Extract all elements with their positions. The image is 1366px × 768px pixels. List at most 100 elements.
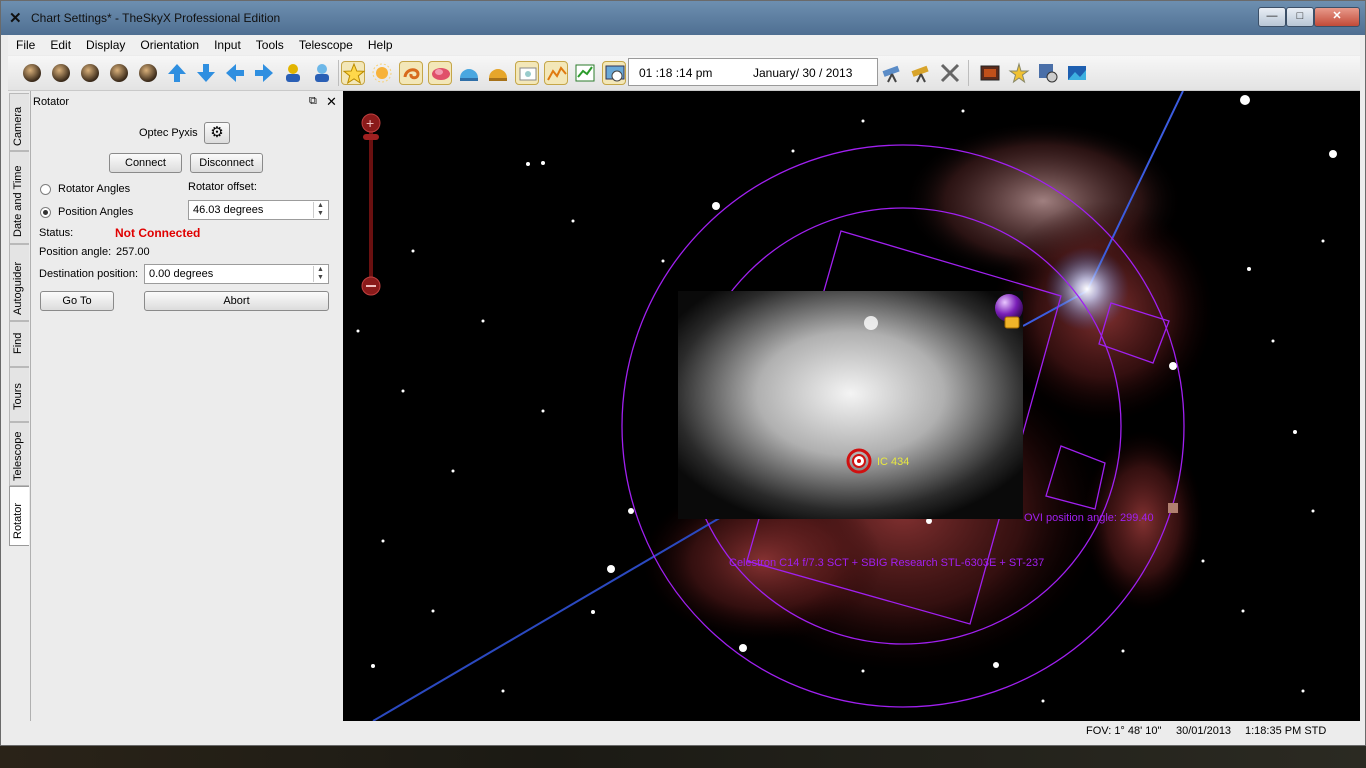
saved-view-3-button[interactable] <box>78 61 102 85</box>
object-label: IC 434 <box>877 456 909 468</box>
date-time-display[interactable]: 01 :18 :14 pm January/ 30 / 2013 <box>628 58 878 86</box>
panel-header: Rotator ⧉ ✕ <box>31 93 342 111</box>
dome-close-button[interactable] <box>486 61 510 85</box>
menu-telescope[interactable]: Telescope <box>291 35 360 52</box>
menu-input[interactable]: Input <box>206 35 248 52</box>
camera-button[interactable] <box>978 61 1002 85</box>
spin-arrows-icon[interactable]: ▲ ▼ <box>313 266 327 282</box>
destination-input[interactable]: 0.00 degrees ▲ ▼ <box>144 264 329 284</box>
abort-button[interactable]: Abort <box>144 291 329 311</box>
menu-edit[interactable]: Edit <box>42 35 78 52</box>
date-field[interactable]: January/ 30 / 2013 <box>753 66 852 80</box>
rotator-angles-label[interactable]: Rotator Angles <box>58 183 130 195</box>
autoguide-button[interactable] <box>1007 61 1031 85</box>
status-bar: FOV: 1° 48' 10" 30/01/2013 1:18:35 PM ST… <box>8 721 1360 743</box>
zoom-in-button[interactable] <box>281 61 305 85</box>
saved-view-1-button[interactable] <box>20 61 44 85</box>
arrow-up-icon <box>168 64 186 82</box>
image-link-icon <box>1039 64 1058 83</box>
chart-options-button[interactable] <box>573 61 597 85</box>
float-panel-icon[interactable]: ⧉ <box>309 95 317 108</box>
status-value: Not Connected <box>115 226 201 240</box>
arrow-right-icon <box>255 64 273 82</box>
telescope-disconnect-button[interactable] <box>938 61 962 85</box>
saved-view-2-button[interactable] <box>49 61 73 85</box>
zoom-thumb[interactable] <box>363 134 379 140</box>
arrow-down-icon <box>197 64 215 82</box>
destination-value: 0.00 degrees <box>149 268 214 280</box>
photo-gallery-button[interactable] <box>1065 61 1089 85</box>
look-east-button[interactable] <box>223 61 247 85</box>
saved-view-4-button[interactable] <box>107 61 131 85</box>
position-angle-label: Position angle: <box>39 246 112 258</box>
app-window: ✕ Chart Settings* - TheSkyX Professional… <box>0 0 1366 746</box>
telescope-icon <box>911 65 929 83</box>
device-settings-button[interactable]: ⚙ <box>204 122 230 144</box>
saved-view-icon <box>139 64 157 82</box>
sky-chart-canvas[interactable]: IC 434 OVI position angle: 299.40 Celest… <box>343 91 1360 721</box>
destination-label: Destination position: <box>39 268 139 280</box>
image-link-button[interactable] <box>1036 61 1060 85</box>
star-guide-icon <box>1008 62 1030 84</box>
toolbar-separator <box>968 60 969 86</box>
photo-toggle-button[interactable] <box>515 61 539 85</box>
tab-rotator[interactable]: Rotator <box>9 486 29 546</box>
minimize-button[interactable]: — <box>1258 7 1286 27</box>
dome-open-button[interactable] <box>457 61 481 85</box>
toolbar-separator <box>338 60 339 86</box>
computer-time-button[interactable] <box>602 61 626 85</box>
position-angles-radio[interactable] <box>40 207 51 218</box>
sky-chart-view[interactable]: IC 434 OVI position angle: 299.40 Celest… <box>343 91 1360 721</box>
menu-file[interactable]: File <box>8 35 42 52</box>
title-bar[interactable]: ✕ Chart Settings* - TheSkyX Professional… <box>1 1 1365 35</box>
zoom-plus-glyph: + <box>366 115 374 131</box>
rotator-offset-input[interactable]: 46.03 degrees ▲ ▼ <box>188 200 329 220</box>
monitor-clock-icon <box>605 65 625 82</box>
tab-date-and-time[interactable]: Date and Time <box>9 151 29 244</box>
tab-tours[interactable]: Tours <box>9 367 29 422</box>
telescope-sync-button[interactable] <box>909 61 933 85</box>
galaxies-toggle-button[interactable] <box>399 61 423 85</box>
close-panel-icon[interactable]: ✕ <box>326 94 337 110</box>
tab-find[interactable]: Find <box>9 321 29 367</box>
zoom-out-button[interactable] <box>310 61 334 85</box>
chart-icon <box>575 64 595 82</box>
window-title: Chart Settings* - TheSkyX Professional E… <box>31 11 281 25</box>
tab-autoguider[interactable]: Autoguider <box>9 244 29 321</box>
position-angles-label[interactable]: Position Angles <box>58 206 133 218</box>
theskyx-logo-icon: ✕ <box>9 10 22 27</box>
tab-date-and-time-label: Date and Time <box>12 165 24 237</box>
stars-toggle-button[interactable] <box>341 61 366 85</box>
position-angle-value: 257.00 <box>116 246 150 258</box>
disconnect-button[interactable]: Disconnect <box>190 153 263 173</box>
look-south-button[interactable] <box>194 61 218 85</box>
menu-help[interactable]: Help <box>360 35 400 52</box>
status-time: 1:18:35 PM STD <box>1245 725 1327 737</box>
spin-arrows-icon[interactable]: ▲ ▼ <box>313 202 327 218</box>
menu-tools[interactable]: Tools <box>248 35 291 52</box>
graph-toggle-button[interactable] <box>544 61 568 85</box>
telescope-slew-button[interactable] <box>880 61 904 85</box>
tab-autoguider-label: Autoguider <box>12 261 24 315</box>
connect-button[interactable]: Connect <box>109 153 182 173</box>
lock-icon[interactable] <box>1004 316 1020 329</box>
menu-display[interactable]: Display <box>78 35 132 52</box>
time-field[interactable]: 01 :18 :14 pm <box>639 66 712 80</box>
panel-title: Rotator <box>33 96 70 108</box>
camera-image-overlay[interactable] <box>678 291 1023 519</box>
zoom-track[interactable] <box>369 131 373 287</box>
tab-telescope[interactable]: Telescope <box>9 422 29 486</box>
close-button[interactable]: ✕ <box>1314 7 1360 27</box>
sun-toggle-button[interactable] <box>370 61 394 85</box>
maximize-button[interactable]: □ <box>1286 7 1314 27</box>
look-west-button[interactable] <box>252 61 276 85</box>
status-date: 30/01/2013 <box>1176 725 1232 737</box>
graph-icon <box>547 66 567 81</box>
tab-camera[interactable]: Camera <box>9 93 29 151</box>
go-to-button[interactable]: Go To <box>40 291 114 311</box>
nebulae-toggle-button[interactable] <box>428 61 452 85</box>
saved-view-5-button[interactable] <box>136 61 160 85</box>
rotator-angles-radio[interactable] <box>40 184 51 195</box>
look-north-button[interactable] <box>165 61 189 85</box>
menu-orientation[interactable]: Orientation <box>132 35 206 52</box>
